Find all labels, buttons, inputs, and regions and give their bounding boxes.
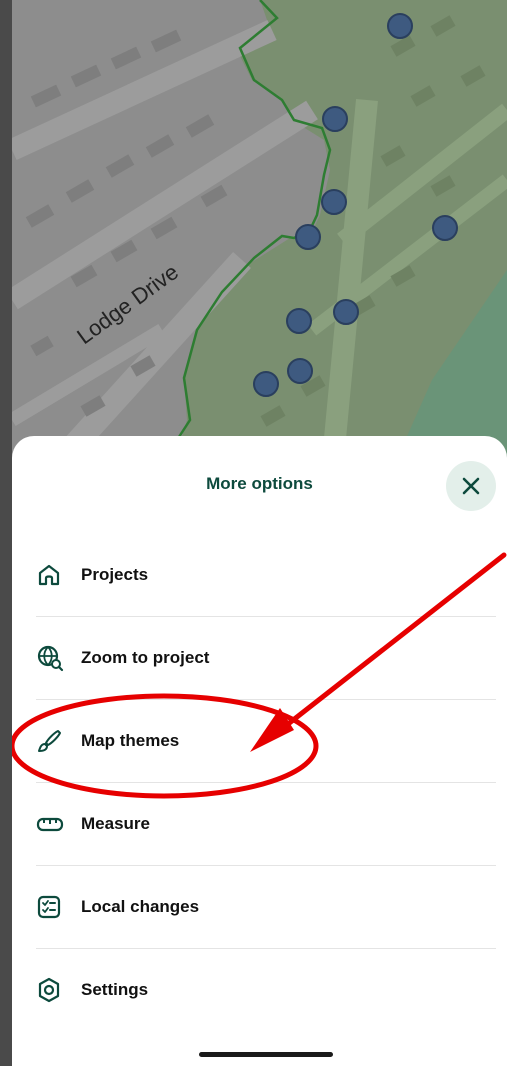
map-point-marker[interactable] — [295, 224, 321, 250]
menu-item-map-themes[interactable]: Map themes — [36, 700, 496, 783]
ruler-icon — [36, 809, 66, 839]
map-point-marker[interactable] — [432, 215, 458, 241]
close-button[interactable] — [446, 461, 496, 511]
menu-item-zoom-to-project[interactable]: Zoom to project — [36, 617, 496, 700]
menu-item-local-changes[interactable]: Local changes — [36, 866, 496, 949]
device-frame — [0, 0, 12, 1066]
map-point-marker[interactable] — [322, 106, 348, 132]
map-point-marker[interactable] — [287, 358, 313, 384]
close-icon — [462, 477, 480, 495]
map-canvas[interactable]: Lodge Drive — [12, 0, 507, 470]
map-point-marker[interactable] — [286, 308, 312, 334]
more-options-sheet: More options Projects Zoom to project Ma… — [12, 436, 507, 1066]
settings-icon — [36, 975, 66, 1005]
menu-item-settings[interactable]: Settings — [36, 949, 496, 1031]
globe-zoom-icon — [36, 643, 66, 673]
sheet-title: More options — [206, 474, 313, 493]
map-view[interactable]: Lodge Drive — [12, 0, 507, 470]
menu-item-label: Map themes — [81, 731, 180, 750]
menu-item-projects[interactable]: Projects — [36, 534, 496, 617]
home-icon — [36, 560, 66, 590]
menu-item-label: Zoom to project — [81, 648, 210, 667]
map-point-marker[interactable] — [333, 299, 359, 325]
app-screen: Lodge Drive More options Projects Zoom t… — [12, 0, 507, 1066]
map-point-marker[interactable] — [387, 13, 413, 39]
map-point-marker[interactable] — [253, 371, 279, 397]
menu-item-label: Settings — [81, 980, 149, 999]
map-point-marker[interactable] — [321, 189, 347, 215]
home-indicator[interactable] — [199, 1052, 333, 1057]
checklist-icon — [36, 892, 66, 922]
menu-item-measure[interactable]: Measure — [36, 783, 496, 866]
menu-item-label: Local changes — [81, 897, 200, 916]
menu-item-label: Projects — [81, 565, 149, 584]
menu-item-label: Measure — [81, 814, 150, 833]
brush-icon — [36, 726, 66, 756]
options-menu: Projects Zoom to project Map themes Meas… — [36, 534, 496, 1031]
